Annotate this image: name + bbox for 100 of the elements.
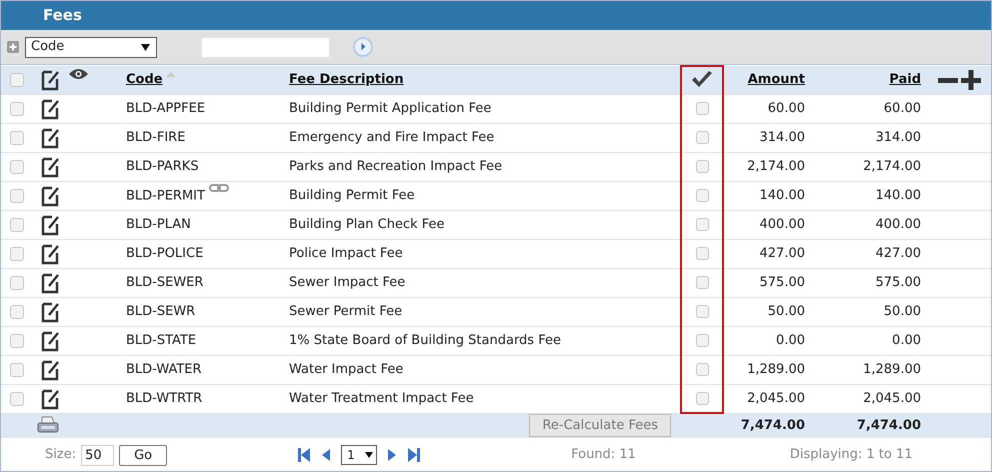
amount-value: 50.00 [768,304,805,319]
go-icon[interactable] [353,37,373,57]
fee-description: Water Treatment Impact Fee [289,390,474,406]
checkbox[interactable] [10,188,24,202]
column-header[interactable]: Paid [889,72,921,87]
paid-value: 400.00 [876,216,921,232]
link-icon[interactable] [208,184,229,192]
checkbox[interactable] [10,362,24,376]
edit-icon[interactable] [41,300,61,322]
displaying-range: Displaying: 1 to 11 [790,446,913,464]
fee-code: BLD-POLICE [126,246,204,261]
checkbox[interactable] [696,131,708,144]
recalculate-button[interactable]: Re-Calculate Fees [529,414,671,437]
checkbox[interactable] [10,276,24,290]
fee-description: Emergency and Fire Impact Fee [289,130,494,145]
total-paid: 7,474.00 [856,418,921,432]
edit-icon[interactable] [41,330,61,352]
size-input[interactable]: 50 [81,444,114,466]
plus-icon[interactable] [961,70,981,90]
checkbox[interactable] [696,189,708,202]
amount-value: 427.00 [760,246,805,261]
amount-value: 575.00 [760,274,805,290]
paid-value: 2,045.00 [863,390,921,406]
fee-description: 1% State Board of Building Standards Fee [289,332,561,348]
eye-icon[interactable] [69,68,88,80]
fee-code: BLD-WATER [126,362,202,377]
amount-value: 1,289.00 [747,362,805,377]
column-header[interactable]: Fee Description [289,72,404,87]
total-amount: 7,474.00 [740,418,805,432]
checkbox[interactable] [10,102,24,116]
checkbox[interactable] [696,392,708,405]
fee-code: BLD-WTRTR [126,390,202,406]
column-header[interactable]: Code [126,72,176,87]
checkbox[interactable] [10,130,24,144]
amount-value: 140.00 [760,188,805,203]
filter-dropdown[interactable]: Code [25,36,157,58]
checkbox[interactable] [696,160,708,173]
fee-description: Police Impact Fee [289,246,403,261]
edit-icon[interactable] [41,156,61,178]
checkbox[interactable] [10,392,24,406]
amount-value: 2,045.00 [747,390,805,406]
edit-icon[interactable] [41,126,61,148]
edit-icon[interactable] [41,358,61,380]
fee-description: Water Impact Fee [289,362,404,377]
edit-icon[interactable] [41,184,61,206]
checkmark-icon [691,70,713,89]
fee-code: BLD-PERMIT [126,189,205,204]
fee-description: Building Permit Fee [289,188,415,203]
found-count: Found: 11 [571,446,636,464]
printer-icon[interactable] [37,416,59,434]
checkbox[interactable] [696,247,708,260]
amount-value: 0.00 [776,332,805,348]
filter-input[interactable] [202,38,329,56]
checkbox[interactable] [10,304,24,318]
fee-description: Building Plan Check Fee [289,216,445,232]
amount-value: 60.00 [768,100,805,116]
edit-icon[interactable] [41,68,61,91]
paid-value: 0.00 [892,332,921,348]
fee-code: BLD-FIRE [126,130,186,145]
caret-icon [365,452,374,458]
fee-description: Building Permit Application Fee [289,100,492,116]
expand-icon[interactable] [7,41,19,53]
checkbox[interactable] [696,334,708,347]
checkbox[interactable] [696,363,708,376]
paid-value: 2,174.00 [863,158,921,174]
fee-code: BLD-SEWER [126,274,204,290]
fee-code: BLD-APPFEE [126,100,206,116]
fee-description: Sewer Permit Fee [289,304,402,319]
paid-value: 575.00 [876,274,921,290]
edit-icon[interactable] [41,272,61,294]
edit-icon[interactable] [41,98,61,120]
checkbox[interactable] [696,305,708,318]
edit-icon[interactable] [41,388,61,410]
fee-code: BLD-PARKS [126,158,199,174]
fee-code: BLD-PLAN [126,216,191,232]
checkbox[interactable] [696,102,708,115]
last-page-icon[interactable] [407,447,422,463]
checkbox[interactable] [696,276,708,289]
edit-icon[interactable] [41,214,61,236]
size-label: Size: [45,446,76,464]
fee-description: Sewer Impact Fee [289,274,406,290]
checkbox[interactable] [10,160,24,174]
checkbox[interactable] [10,334,24,348]
paid-value: 140.00 [876,188,921,203]
fee-code: BLD-SEWR [126,304,196,319]
amount-value: 400.00 [760,216,805,232]
page-number: 1 [347,447,355,464]
first-page-icon[interactable] [297,447,312,463]
checkbox[interactable] [10,72,24,87]
paid-value: 427.00 [876,246,921,261]
paid-value: 1,289.00 [863,362,921,377]
paid-value: 314.00 [876,130,921,145]
paid-value: 50.00 [884,304,921,319]
checkbox[interactable] [696,218,708,231]
edit-icon[interactable] [41,242,61,264]
checkbox[interactable] [10,246,24,260]
amount-value: 314.00 [760,130,805,145]
go-button[interactable]: Go [119,444,168,466]
checkbox[interactable] [10,218,24,232]
page-dropdown[interactable]: 1 [341,445,378,465]
